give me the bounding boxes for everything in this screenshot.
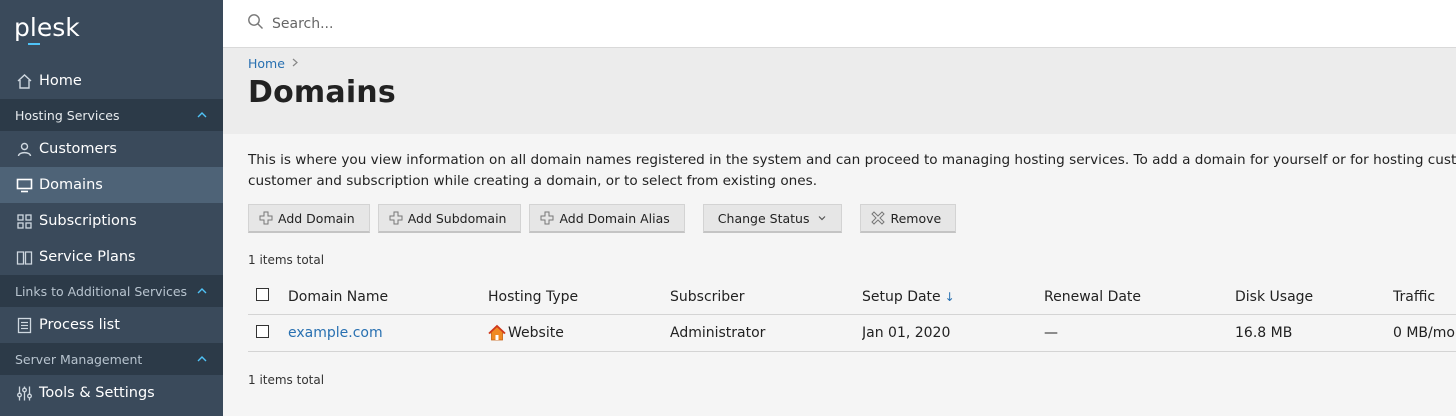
main-content: This is where you view information on al… bbox=[223, 134, 1456, 416]
toolbar: Add Domain Add Subdomain Add Domain Alia… bbox=[248, 204, 1456, 233]
chevron-right-icon bbox=[292, 57, 298, 70]
sliders-icon bbox=[15, 384, 33, 402]
domain-link[interactable]: example.com bbox=[288, 325, 383, 341]
sidebar-section-links[interactable]: Links to Additional Services bbox=[0, 275, 223, 307]
description-line-1: This is where you view information on al… bbox=[248, 152, 1456, 168]
button-label: Remove bbox=[890, 210, 942, 226]
remove-button[interactable]: Remove bbox=[860, 204, 957, 233]
add-subdomain-button[interactable]: Add Subdomain bbox=[377, 204, 522, 233]
chevron-up-icon bbox=[197, 356, 207, 362]
sidebar-item-label: Home bbox=[39, 73, 82, 89]
add-domain-alias-button[interactable]: Add Domain Alias bbox=[529, 204, 685, 233]
plus-icon bbox=[259, 211, 273, 225]
search-icon bbox=[247, 13, 264, 34]
header-subscriber[interactable]: Subscriber bbox=[670, 289, 862, 305]
sidebar-section-label: Links to Additional Services bbox=[15, 283, 188, 299]
chevron-up-icon bbox=[197, 288, 207, 294]
user-icon bbox=[15, 140, 33, 158]
sidebar-item-domains[interactable]: Domains bbox=[0, 167, 223, 203]
header-label: Setup Date bbox=[862, 288, 941, 305]
header-setup-date[interactable]: Setup Date ↓ bbox=[862, 289, 1044, 305]
search-bar bbox=[223, 0, 1456, 48]
breadcrumb-home-link[interactable]: Home bbox=[248, 56, 285, 71]
header-hosting-type[interactable]: Hosting Type bbox=[488, 289, 670, 305]
page-header: Home Domains bbox=[223, 48, 1456, 134]
page-description: This is where you view information on al… bbox=[248, 150, 1456, 192]
hosting-type-label: Website bbox=[508, 325, 564, 341]
sidebar-item-home[interactable]: Home bbox=[0, 63, 223, 99]
plesk-logo-icon: plesk bbox=[14, 14, 80, 45]
monitor-icon bbox=[15, 176, 33, 194]
breadcrumb: Home bbox=[248, 56, 1456, 71]
sidebar-item-tools-settings[interactable]: Tools & Settings bbox=[0, 375, 223, 411]
sidebar-item-process-list[interactable]: Process list bbox=[0, 307, 223, 343]
close-icon bbox=[871, 211, 886, 225]
sidebar-item-service-plans[interactable]: Service Plans bbox=[0, 239, 223, 275]
sidebar-item-label: Domains bbox=[39, 177, 103, 193]
list-icon bbox=[15, 316, 33, 334]
sidebar-section-label: Hosting Services bbox=[15, 107, 120, 123]
sidebar-item-label: Subscriptions bbox=[39, 213, 137, 229]
svg-text:plesk: plesk bbox=[14, 14, 80, 42]
disk-usage-cell: 16.8 MB bbox=[1235, 325, 1293, 341]
sidebar-item-customers[interactable]: Customers bbox=[0, 131, 223, 167]
header-disk-usage[interactable]: Disk Usage bbox=[1235, 289, 1393, 305]
sidebar-item-label: Tools & Settings bbox=[39, 385, 155, 401]
table-header: Domain Name Hosting Type Subscriber Setu… bbox=[248, 279, 1456, 315]
description-line-2: customer and subscription while creating… bbox=[248, 173, 818, 189]
button-label: Add Domain bbox=[278, 210, 355, 226]
table-row: example.com Website Administrator Jan 01… bbox=[248, 315, 1456, 352]
sidebar-item-subscriptions[interactable]: Subscriptions bbox=[0, 203, 223, 239]
sidebar-item-label: Service Plans bbox=[39, 249, 136, 265]
website-house-icon bbox=[488, 324, 506, 342]
header-domain-name[interactable]: Domain Name bbox=[288, 289, 488, 305]
sort-down-icon: ↓ bbox=[944, 289, 955, 304]
sidebar: plesk Home Hosting Services Customers Do… bbox=[0, 0, 223, 416]
header-traffic[interactable]: Traffic bbox=[1393, 289, 1456, 305]
sidebar-item-label: Customers bbox=[39, 141, 117, 157]
subscriber-cell: Administrator bbox=[670, 325, 766, 341]
chevron-up-icon bbox=[197, 112, 207, 118]
page-title: Domains bbox=[248, 75, 396, 110]
search-input[interactable] bbox=[272, 15, 872, 32]
items-total-top: 1 items total bbox=[248, 253, 325, 267]
header-renewal-date[interactable]: Renewal Date bbox=[1044, 289, 1235, 305]
domain-name-cell: example.com bbox=[288, 325, 488, 341]
setup-date-cell: Jan 01, 2020 bbox=[862, 325, 951, 341]
select-all-cell bbox=[248, 288, 288, 305]
button-label: Add Domain Alias bbox=[559, 210, 670, 226]
home-icon bbox=[15, 72, 33, 90]
plesk-logo[interactable]: plesk bbox=[0, 0, 223, 63]
select-all-checkbox[interactable] bbox=[256, 288, 269, 301]
row-checkbox[interactable] bbox=[256, 324, 269, 338]
plus-icon bbox=[389, 211, 403, 225]
button-label: Add Subdomain bbox=[407, 210, 507, 226]
row-select-cell bbox=[248, 324, 288, 342]
chevron-down-icon bbox=[819, 216, 826, 221]
add-domain-button[interactable]: Add Domain bbox=[248, 204, 370, 233]
button-label: Change Status bbox=[717, 210, 810, 226]
book-icon bbox=[15, 248, 33, 266]
traffic-cell: 0 MB/mon bbox=[1393, 325, 1456, 341]
renewal-date-cell: — bbox=[1044, 325, 1058, 341]
items-total-bottom: 1 items total bbox=[248, 373, 325, 387]
domains-table: Domain Name Hosting Type Subscriber Setu… bbox=[248, 279, 1456, 352]
hosting-type-cell: Website bbox=[488, 324, 670, 342]
sidebar-section-hosting-services[interactable]: Hosting Services bbox=[0, 99, 223, 131]
grid-icon bbox=[15, 212, 33, 230]
sidebar-section-server-management[interactable]: Server Management bbox=[0, 343, 223, 375]
sidebar-item-label: Process list bbox=[39, 317, 120, 333]
sidebar-section-label: Server Management bbox=[15, 351, 143, 367]
change-status-button[interactable]: Change Status bbox=[702, 204, 843, 233]
plus-icon bbox=[540, 211, 554, 225]
